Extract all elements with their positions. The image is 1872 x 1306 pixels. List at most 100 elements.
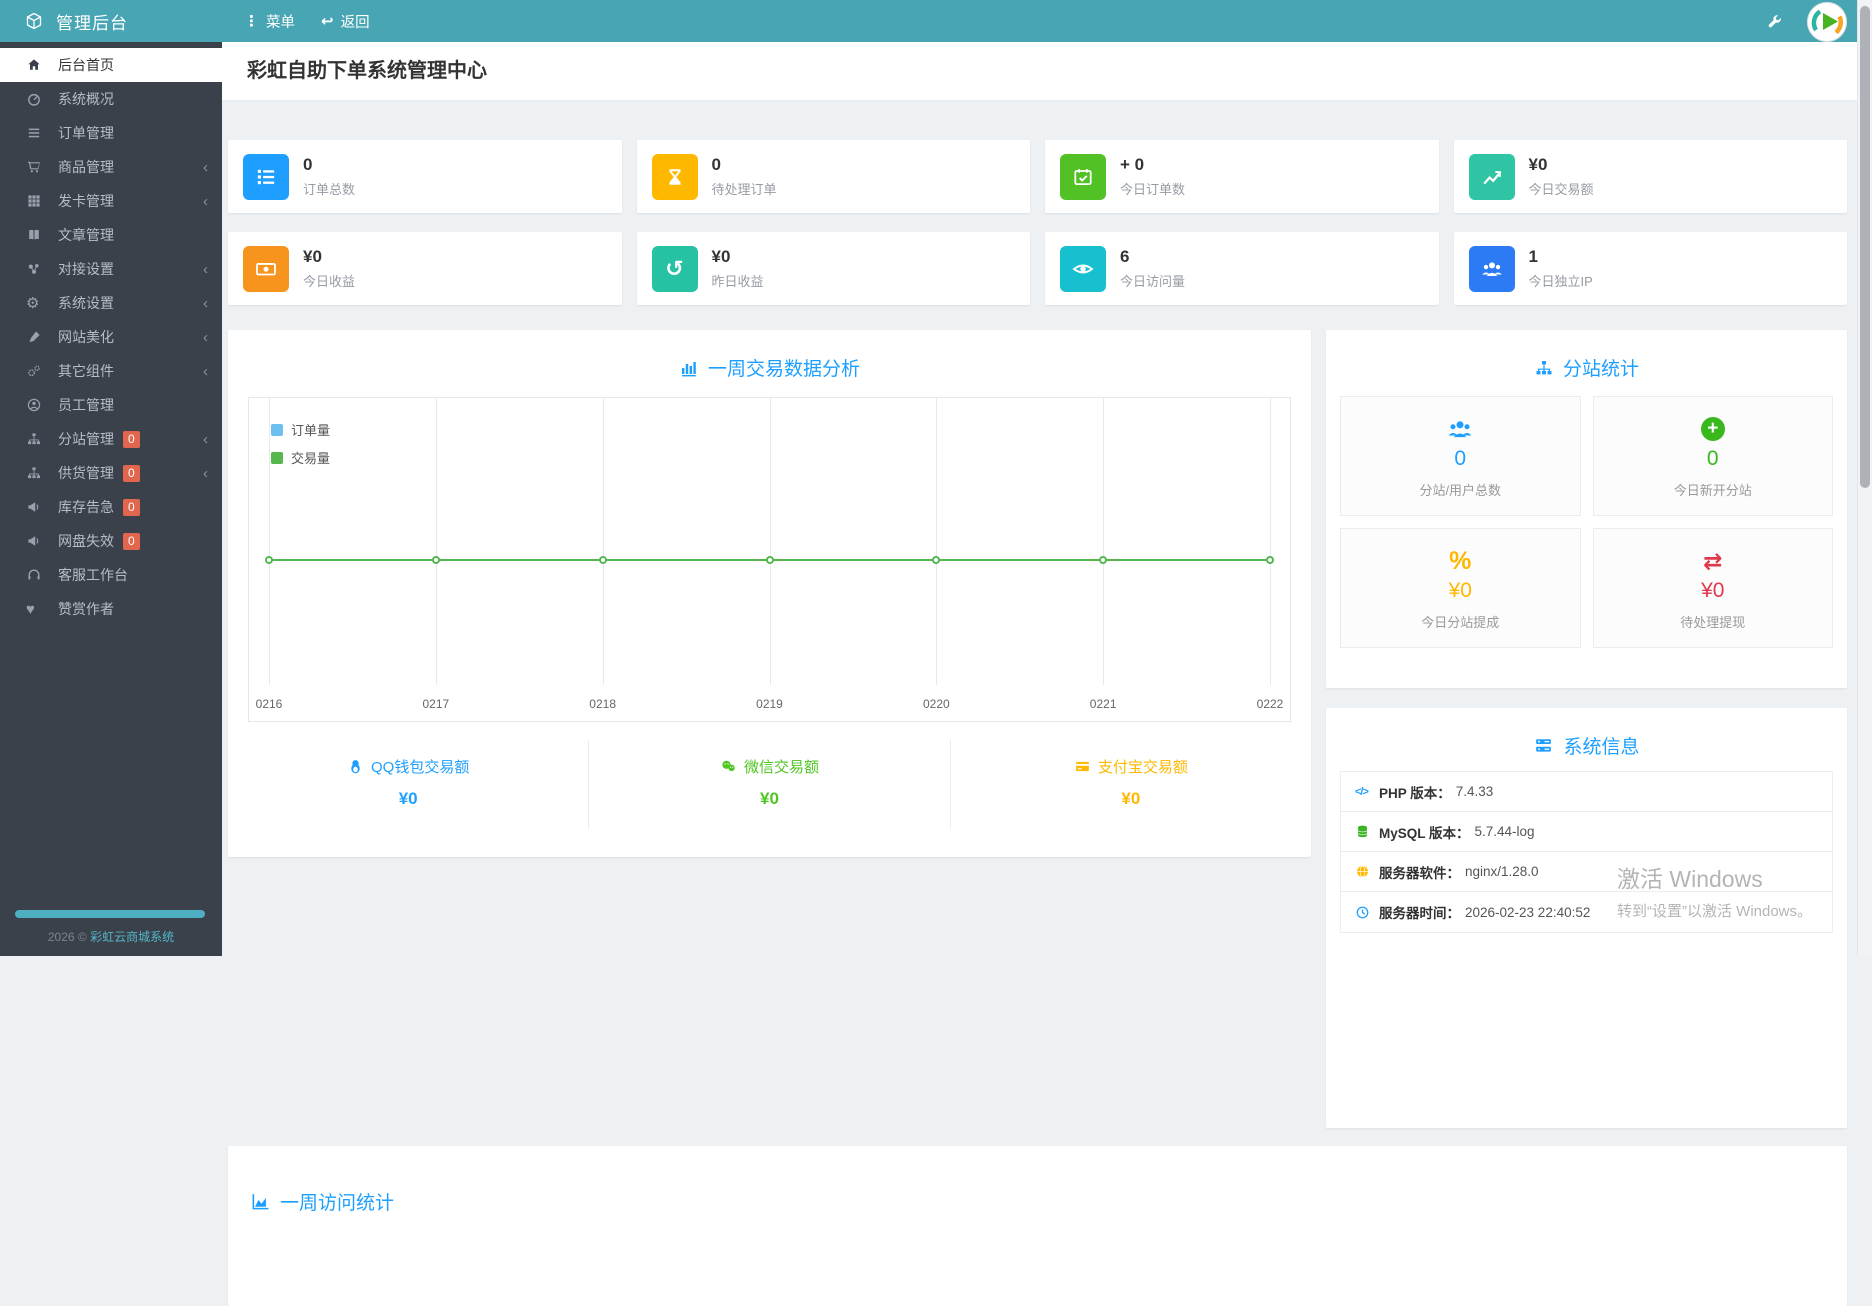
payment-value: ¥0 xyxy=(1121,789,1141,808)
sidebar-item-donate[interactable]: ♥ 赞赏作者 xyxy=(0,592,222,626)
app-logo[interactable]: 管理后台 xyxy=(0,9,222,34)
bar-chart-icon xyxy=(681,361,696,376)
sidebar-item-integration[interactable]: 对接设置 ‹ xyxy=(0,252,222,286)
payment-stat-qq: QQ钱包交易额 ¥0 xyxy=(228,740,588,829)
sidebar-item-support-desk[interactable]: 客服工作台 xyxy=(0,558,222,592)
trend-icon xyxy=(1468,153,1515,200)
calendar-check-icon xyxy=(1060,153,1106,200)
legend-label: 订单量 xyxy=(291,423,331,438)
payment-label: 支付宝交易额 xyxy=(1097,759,1188,776)
avatar-logo xyxy=(1807,2,1847,42)
stat-label: 今日交易额 xyxy=(1528,182,1594,197)
sidebar-item-label: 分站管理 xyxy=(58,431,114,447)
sidebar-item-orders[interactable]: 订单管理 xyxy=(0,116,222,150)
chevron-left-icon: ‹ xyxy=(203,328,208,346)
substation-label: 今日新开分站 xyxy=(1673,483,1752,498)
users-group-icon xyxy=(1446,413,1474,445)
badge: 0 xyxy=(123,464,140,482)
sidebar-item-staff[interactable]: 员工管理 xyxy=(0,388,222,422)
menu-label: 菜单 xyxy=(266,14,295,31)
legend-item-orders[interactable]: 订单量 xyxy=(271,420,330,439)
menu-button[interactable]: ⋮ 菜单 xyxy=(244,11,295,32)
substation-value: ¥0 xyxy=(1448,579,1472,602)
stat-card-today-volume: ¥0 今日交易额 xyxy=(1453,140,1847,213)
sidebar-item-label: 库存告急 xyxy=(58,499,114,515)
sidebar-item-label: 后台首页 xyxy=(58,57,114,73)
megaphone-icon xyxy=(26,533,58,549)
trade-panel: 一周交易数据分析 订单量 交易量 0216 0217 0218 0219 0220 022… xyxy=(228,330,1311,857)
sidebar-item-stock-alert[interactable]: 库存告急 0 xyxy=(0,490,222,524)
chevron-left-icon: ‹ xyxy=(203,362,208,380)
trade-chart: 订单量 交易量 0216 0217 0218 0219 0220 0221 0222 xyxy=(248,397,1291,722)
substation-label: 待处理提现 xyxy=(1680,615,1746,630)
nodes-icon xyxy=(26,261,58,277)
badge: 0 xyxy=(123,498,140,516)
cube-icon xyxy=(24,11,44,31)
stat-label: 待处理订单 xyxy=(711,182,777,197)
stat-label: 订单总数 xyxy=(303,182,356,197)
sidebar-item-products[interactable]: 商品管理 ‹ xyxy=(0,150,222,184)
system-info-value: nginx/1.28.0 xyxy=(1465,864,1539,879)
sidebar-item-beautify[interactable]: 网站美化 ‹ xyxy=(0,320,222,354)
hourglass-icon xyxy=(651,153,698,200)
back-label: 返回 xyxy=(340,14,370,31)
sidebar-item-label: 供货管理 xyxy=(58,465,114,481)
sidebar-item-articles[interactable]: 文章管理 xyxy=(0,218,222,252)
data-point-marker xyxy=(598,556,607,564)
alipay-icon xyxy=(1075,761,1089,772)
globe-icon xyxy=(1355,864,1379,879)
sidebar-item-label: 对接设置 xyxy=(58,261,114,277)
scrollbar-thumb[interactable] xyxy=(1860,6,1870,488)
legend-item-volume[interactable]: 交易量 xyxy=(271,448,330,467)
chart-plot: 0216 0217 0218 0219 0220 0221 0222 xyxy=(256,398,1283,721)
window-scrollbar[interactable] xyxy=(1857,0,1872,956)
system-info-panel: 系统信息 </> PHP 版本： 7.4.33 MySQL 版本： 5.7.44… xyxy=(1326,708,1847,1128)
data-point-marker xyxy=(1266,556,1274,564)
area-chart-icon xyxy=(252,1194,269,1210)
back-button[interactable]: ↩ 返回 xyxy=(321,11,370,32)
system-info-row-php: </> PHP 版本： 7.4.33 xyxy=(1341,772,1832,812)
kebab-icon: ⋮ xyxy=(244,13,259,30)
wrench-icon[interactable] xyxy=(1766,13,1783,30)
sidebar-item-label: 客服工作台 xyxy=(58,567,128,583)
x-axis-label: 0218 xyxy=(589,697,617,711)
sidebar-item-home[interactable]: 后台首页 xyxy=(0,48,222,82)
stat-label: 今日收益 xyxy=(303,274,356,289)
plus-circle-icon: + xyxy=(1700,413,1725,445)
payment-value: ¥0 xyxy=(398,789,418,808)
page-title: 彩虹自助下单系统管理中心 xyxy=(247,60,487,82)
data-point-marker xyxy=(932,556,941,564)
eye-icon xyxy=(1060,245,1106,292)
legend-swatch xyxy=(271,451,283,464)
sidebar-item-overview[interactable]: 系统概况 xyxy=(0,82,222,116)
stat-value: ¥0 xyxy=(303,247,322,266)
system-info-label: PHP 版本： xyxy=(1379,785,1451,801)
substation-label: 今日分站提成 xyxy=(1421,615,1500,630)
sidebar-item-settings[interactable]: ⚙ 系统设置 ‹ xyxy=(0,286,222,320)
data-point-marker xyxy=(431,556,440,564)
data-point-marker xyxy=(1099,556,1108,564)
panels-row: 一周交易数据分析 订单量 交易量 0216 0217 0218 0219 0220 022… xyxy=(228,330,1847,1128)
stat-card-yesterday-income: ↺ ¥0 昨日收益 xyxy=(636,232,1030,305)
grid-icon xyxy=(26,193,58,209)
sidebar-item-supply[interactable]: 供货管理 0 ‹ xyxy=(0,456,222,490)
gear-icon: ⚙ xyxy=(26,295,40,312)
gridline xyxy=(435,398,437,685)
avatar[interactable] xyxy=(1807,2,1847,42)
data-point-marker xyxy=(765,556,774,564)
sidebar-item-substation[interactable]: 分站管理 0 ‹ xyxy=(0,422,222,456)
system-info-row-time: 服务器时间： 2026-02-23 22:40:52 xyxy=(1341,892,1832,932)
chevron-left-icon: ‹ xyxy=(203,294,208,312)
x-axis-label: 0222 xyxy=(1256,697,1284,711)
sidebar-item-components[interactable]: 其它组件 ‹ xyxy=(0,354,222,388)
percent-icon: % xyxy=(1449,546,1472,575)
stat-value: 1 xyxy=(1528,247,1538,266)
badge: 0 xyxy=(123,430,140,448)
stat-value: 6 xyxy=(1120,247,1130,266)
chevron-left-icon: ‹ xyxy=(203,158,208,176)
sidebar-item-netdisk-invalid[interactable]: 网盘失效 0 xyxy=(0,524,222,558)
heart-icon: ♥ xyxy=(26,600,35,618)
sidebar-item-cards[interactable]: 发卡管理 ‹ xyxy=(0,184,222,218)
substation-value: ¥0 xyxy=(1701,579,1725,602)
brand-link[interactable]: 彩虹云商城系统 xyxy=(90,930,174,944)
